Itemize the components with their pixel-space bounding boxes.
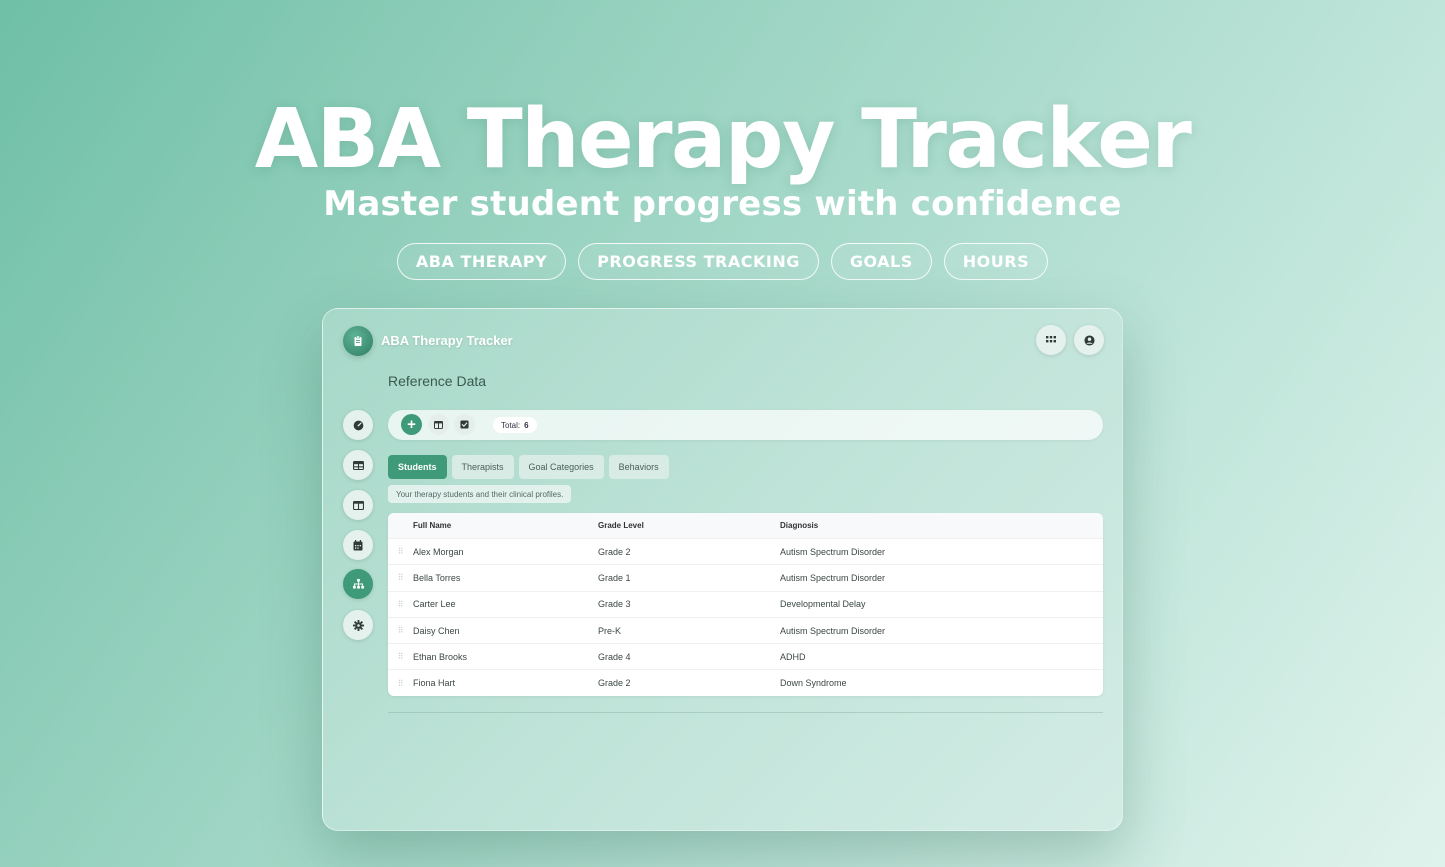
drag-handle-icon[interactable]: ⠿ <box>388 652 413 661</box>
cell-diagnosis: Autism Spectrum Disorder <box>780 546 886 557</box>
checkbox-icon <box>460 420 469 429</box>
board-icon <box>352 500 364 510</box>
cell-full-name: Daisy Chen <box>413 625 460 636</box>
column-header-diagnosis[interactable]: Diagnosis <box>780 521 1103 530</box>
table-row[interactable]: ⠿ Bella Torres Grade 1 Autism Spectrum D… <box>388 564 1103 590</box>
dashboard-icon <box>353 420 363 430</box>
gear-icon <box>352 619 364 631</box>
pill-progress-tracking: PROGRESS TRACKING <box>578 243 819 280</box>
tab-therapists[interactable]: Therapists <box>451 455 514 479</box>
hierarchy-icon <box>352 579 364 589</box>
account-circle-icon <box>1083 334 1095 346</box>
app-logo[interactable] <box>343 326 373 356</box>
hero-subtitle: Master student progress with confidence <box>323 184 1122 224</box>
cell-grade-level: Pre-K <box>598 625 622 636</box>
add-record-button[interactable]: + <box>401 414 422 435</box>
drag-handle-icon[interactable]: ⠿ <box>388 626 413 635</box>
sidebar-item-calendar[interactable] <box>343 530 373 560</box>
table-row[interactable]: ⠿ Alex Morgan Grade 2 Autism Spectrum Di… <box>388 538 1103 564</box>
cell-diagnosis: ADHD <box>780 651 806 662</box>
drag-handle-icon[interactable]: ⠿ <box>388 600 413 609</box>
tab-goal-categories[interactable]: Goal Categories <box>518 455 604 479</box>
pill-goals: GOALS <box>830 243 932 280</box>
cell-full-name: Fiona Hart <box>413 678 456 689</box>
sidebar-item-table[interactable] <box>343 450 373 480</box>
page-title: Reference Data <box>388 373 487 389</box>
cell-full-name: Carter Lee <box>413 599 456 610</box>
pill-hours: HOURS <box>943 243 1049 280</box>
app-title: ABA Therapy Tracker <box>381 333 513 348</box>
table-icon <box>352 460 364 470</box>
cell-diagnosis: Autism Spectrum Disorder <box>780 572 886 583</box>
table-row[interactable]: ⠿ Ethan Brooks Grade 4 ADHD <box>388 643 1103 669</box>
drag-handle-icon[interactable]: ⠿ <box>388 547 413 556</box>
toolbar: + Total: 6 <box>388 410 1103 440</box>
tab-description: Your therapy students and their clinical… <box>388 485 572 503</box>
cell-grade-level: Grade 2 <box>598 678 631 689</box>
reference-tabs: Students Therapists Goal Categories Beha… <box>388 455 669 479</box>
column-header-full-name[interactable]: Full Name <box>413 521 598 530</box>
calendar-icon <box>353 539 363 550</box>
cell-full-name: Ethan Brooks <box>413 651 468 662</box>
cell-grade-level: Grade 2 <box>598 546 631 557</box>
table-row[interactable]: ⠿ Daisy Chen Pre-K Autism Spectrum Disor… <box>388 616 1103 643</box>
clipboard-icon <box>354 335 362 346</box>
column-header-grade-level[interactable]: Grade Level <box>598 521 780 530</box>
cell-grade-level: Grade 4 <box>598 651 631 662</box>
table-row[interactable]: ⠿ Carter Lee Grade 3 Developmental Delay <box>388 590 1103 617</box>
sidebar-item-board[interactable] <box>343 490 373 520</box>
feature-pills: ABA THERAPY PROGRESS TRACKING GOALS HOUR… <box>0 243 1445 280</box>
cell-diagnosis: Autism Spectrum Disorder <box>780 625 886 636</box>
cell-grade-level: Grade 1 <box>598 572 631 583</box>
sidebar-item-settings[interactable] <box>343 610 373 640</box>
cell-full-name: Alex Morgan <box>413 546 464 557</box>
cell-diagnosis: Down Syndrome <box>780 678 847 689</box>
sidebar-item-dashboard[interactable] <box>343 410 373 440</box>
table-header: Full Name Grade Level Diagnosis <box>388 513 1103 538</box>
total-count: Total: 6 <box>493 417 537 433</box>
sidebar-item-reference-data[interactable] <box>343 569 373 599</box>
pill-aba-therapy: ABA THERAPY <box>396 243 567 280</box>
table-row[interactable]: ⠿ Fiona Hart Grade 2 Down Syndrome <box>388 669 1103 695</box>
apps-button[interactable] <box>1036 325 1066 355</box>
tab-behaviors[interactable]: Behaviors <box>608 455 669 479</box>
view-columns-button[interactable] <box>428 414 449 435</box>
columns-icon <box>434 420 443 429</box>
tab-students[interactable]: Students <box>388 455 447 479</box>
content-divider <box>388 712 1103 713</box>
drag-handle-icon[interactable]: ⠿ <box>388 679 413 688</box>
total-label: Total: <box>501 420 521 430</box>
apps-grid-icon <box>1046 336 1056 343</box>
cell-diagnosis: Developmental Delay <box>780 599 866 610</box>
drag-handle-icon[interactable]: ⠿ <box>388 573 413 582</box>
total-value: 6 <box>524 420 529 430</box>
app-window: ABA Therapy Tracker Reference Data + Tot… <box>322 308 1123 831</box>
account-button[interactable] <box>1074 325 1104 355</box>
hero-title: ABA Therapy Tracker <box>254 92 1192 187</box>
cell-grade-level: Grade 3 <box>598 599 631 610</box>
select-button[interactable] <box>454 414 475 435</box>
cell-full-name: Bella Torres <box>413 572 461 583</box>
students-table: Full Name Grade Level Diagnosis ⠿ Alex M… <box>388 513 1103 696</box>
